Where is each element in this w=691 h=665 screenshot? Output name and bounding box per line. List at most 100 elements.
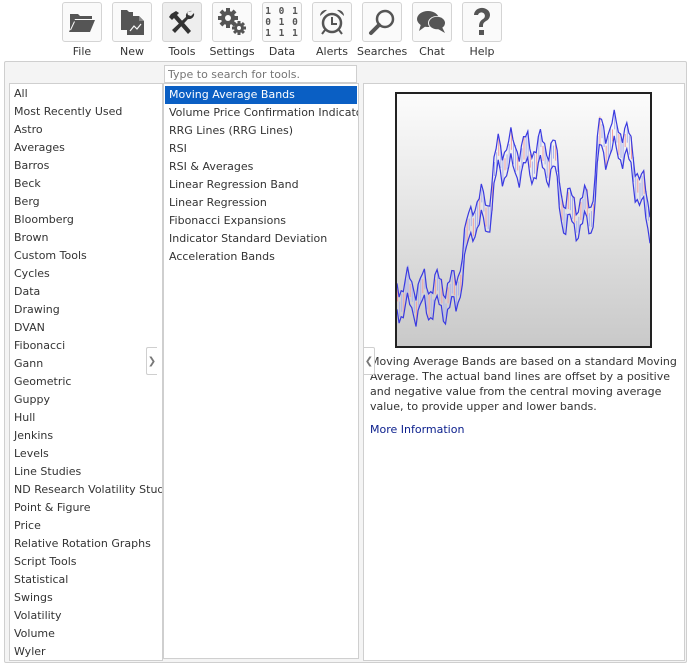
price-bar [420, 276, 422, 305]
tool-item[interactable]: Linear Regression [165, 194, 357, 212]
category-item[interactable]: Volume [10, 625, 162, 643]
category-item[interactable]: Berg [10, 193, 162, 211]
category-item[interactable]: Averages [10, 139, 162, 157]
price-bar [605, 145, 607, 166]
category-list-panel: All Most Recently Used Astro Averages Barros… [9, 83, 163, 661]
price-bar [546, 157, 548, 179]
category-item[interactable]: DVAN [10, 319, 162, 337]
category-item[interactable]: Line Studies [10, 463, 162, 481]
category-item[interactable]: Data [10, 283, 162, 301]
category-item[interactable]: Gann [10, 355, 162, 373]
category-item[interactable]: Custom Tools [10, 247, 162, 265]
category-item[interactable]: Beck [10, 175, 162, 193]
category-item[interactable]: Drawing [10, 301, 162, 319]
category-item[interactable]: Guppy [10, 391, 162, 409]
price-bar [504, 158, 506, 171]
price-bar [591, 211, 592, 228]
price-bar [468, 218, 470, 231]
category-item[interactable]: Astro [10, 121, 162, 139]
tool-item[interactable]: RRG Lines (RRG Lines) [165, 122, 357, 140]
price-bar [481, 189, 483, 203]
tools-browser: All Most Recently Used Astro Averages Barros… [4, 61, 687, 663]
help-button[interactable]: Help [457, 2, 507, 58]
category-item[interactable]: Levels [10, 445, 162, 463]
category-item[interactable]: All [10, 85, 162, 103]
category-item[interactable]: Swings [10, 589, 162, 607]
price-bar [434, 279, 436, 295]
price-bar [422, 279, 424, 294]
price-bar [451, 271, 453, 294]
category-item[interactable]: Jenkins [10, 427, 162, 445]
price-bar [641, 175, 643, 196]
expand-categories-button[interactable]: ❯ [146, 347, 157, 375]
new-chart-icon [119, 8, 145, 36]
price-bar [447, 287, 449, 304]
question-mark-icon [471, 7, 493, 37]
tool-item[interactable]: RSI & Averages [165, 158, 357, 176]
category-item[interactable]: Most Recently Used [10, 103, 162, 121]
price-bar [426, 289, 428, 310]
price-bar [628, 135, 630, 155]
category-item[interactable]: Geometric [10, 373, 162, 391]
price-bar [531, 161, 533, 179]
price-bar [637, 178, 639, 193]
price-bar [485, 207, 487, 227]
category-item[interactable]: Brown [10, 229, 162, 247]
price-bar [580, 202, 582, 221]
price-bar [618, 133, 620, 155]
chevron-right-icon: ❯ [147, 355, 157, 367]
alerts-button[interactable]: Alerts [307, 2, 357, 58]
category-item[interactable]: Price [10, 517, 162, 535]
tools-label: Tools [168, 45, 196, 58]
category-item[interactable]: Wyler [10, 643, 162, 660]
category-item[interactable]: ND Research Volatility Studi [10, 481, 162, 499]
help-label: Help [469, 45, 495, 58]
price-bar [475, 212, 476, 234]
lower-band [396, 135, 651, 327]
alarm-clock-icon [318, 8, 346, 36]
tool-item[interactable]: Linear Regression Band [165, 176, 357, 194]
chat-label: Chat [419, 45, 445, 58]
gears-icon [217, 8, 247, 36]
data-button[interactable]: 1 0 1 0 1 0 1 1 1 Data [257, 2, 307, 58]
category-item[interactable]: Bloomberg [10, 211, 162, 229]
tool-item[interactable]: RSI [165, 140, 357, 158]
tool-item[interactable]: Indicator Standard Deviation [165, 230, 357, 248]
category-item[interactable]: Relative Rotation Graphs [10, 535, 162, 553]
tools-icon [168, 9, 196, 35]
tools-button[interactable]: Tools [157, 2, 207, 58]
tool-item[interactable]: Fibonacci Expansions [165, 212, 357, 230]
new-button[interactable]: New [107, 2, 157, 58]
category-item[interactable]: Fibonacci [10, 337, 162, 355]
price-bar [529, 153, 531, 168]
category-item[interactable]: Script Tools [10, 553, 162, 571]
settings-label: Settings [209, 45, 255, 58]
price-bar [458, 281, 460, 296]
category-item[interactable]: Barros [10, 157, 162, 175]
binary-row: 1 0 1 [265, 5, 299, 17]
tool-preview-chart [395, 92, 652, 348]
category-item[interactable]: Cycles [10, 265, 162, 283]
category-item[interactable]: Volatility [10, 607, 162, 625]
chat-button[interactable]: Chat [407, 2, 457, 58]
price-bar [523, 137, 525, 160]
tool-item[interactable]: Volume Price Confirmation Indicator [165, 104, 358, 122]
price-bar [439, 280, 441, 301]
more-information-link[interactable]: More Information [370, 423, 464, 436]
category-item[interactable]: Point & Figure [10, 499, 162, 517]
tool-search-input[interactable] [164, 65, 357, 83]
tool-item[interactable]: Acceleration Bands [165, 248, 357, 266]
price-bar [494, 162, 495, 176]
chevron-left-icon: ❮ [364, 355, 374, 367]
new-label: New [120, 45, 144, 58]
price-bar [443, 293, 445, 321]
collapse-description-button[interactable]: ❮ [364, 347, 375, 375]
price-bar [576, 220, 578, 233]
tool-item[interactable]: Moving Average Bands [165, 86, 357, 104]
searches-button[interactable]: Searches [357, 2, 407, 58]
category-item[interactable]: Statistical [10, 571, 162, 589]
file-button[interactable]: File [57, 2, 107, 58]
category-item[interactable]: Hull [10, 409, 162, 427]
price-bar [553, 145, 554, 159]
settings-button[interactable]: Settings [207, 2, 257, 58]
